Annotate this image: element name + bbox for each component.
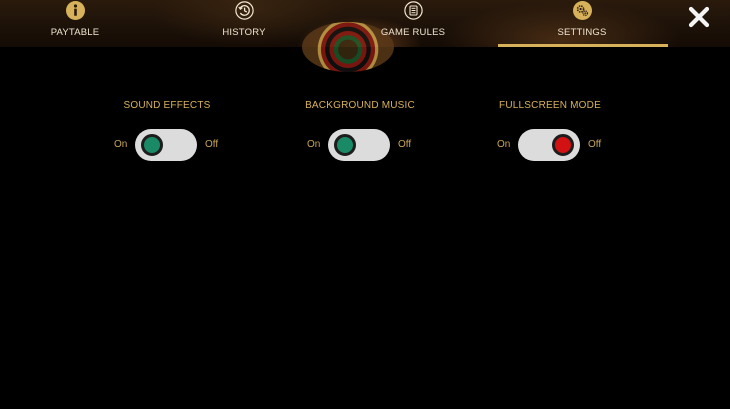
rules-scroll-icon [403,1,423,20]
setting-sound-effects-title: SOUND EFFECTS [123,100,211,111]
toggle-knob [552,134,574,156]
sound-effects-toggle[interactable] [135,129,197,161]
active-tab-indicator [498,44,668,47]
background-music-toggle[interactable] [328,129,390,161]
setting-background-music-title: BACKGROUND MUSIC [305,100,415,111]
tab-paytable-label: PAYTABLE [50,27,100,38]
setting-background-music: BACKGROUND MUSIC On Off [270,100,450,161]
history-icon [234,1,254,20]
gears-icon [572,1,592,20]
fullscreen-mode-on-label: On [497,139,511,150]
tab-settings-label: SETTINGS [557,27,607,38]
fullscreen-mode-toggle[interactable] [518,129,580,161]
sound-effects-on-label: On [114,139,128,150]
close-icon [688,6,710,33]
fullscreen-mode-toggle-row: On Off [460,128,640,162]
background-music-off-label: Off [398,139,412,150]
toggle-knob [141,134,163,156]
tab-game-rules[interactable]: GAME RULES [348,0,478,47]
setting-sound-effects: SOUND EFFECTS On Off [77,100,257,161]
background-music-toggle-row: On Off [270,128,450,162]
toggle-knob [334,134,356,156]
tab-history-label: HISTORY [222,27,266,38]
info-icon [65,1,85,20]
tab-settings[interactable]: SETTINGS [517,0,647,47]
background-music-on-label: On [307,139,321,150]
sound-effects-off-label: Off [205,139,219,150]
tab-paytable[interactable]: PAYTABLE [10,0,140,47]
close-button[interactable] [686,6,712,32]
setting-fullscreen-mode-title: FULLSCREEN MODE [499,100,601,111]
fullscreen-mode-off-label: Off [588,139,602,150]
tab-game-rules-label: GAME RULES [380,27,446,38]
top-navigation-bar: PAYTABLE HISTORY GAME RULES SETTINGS [0,0,730,72]
tab-history[interactable]: HISTORY [179,0,309,47]
sound-effects-toggle-row: On Off [77,128,257,162]
setting-fullscreen-mode: FULLSCREEN MODE On Off [460,100,640,161]
